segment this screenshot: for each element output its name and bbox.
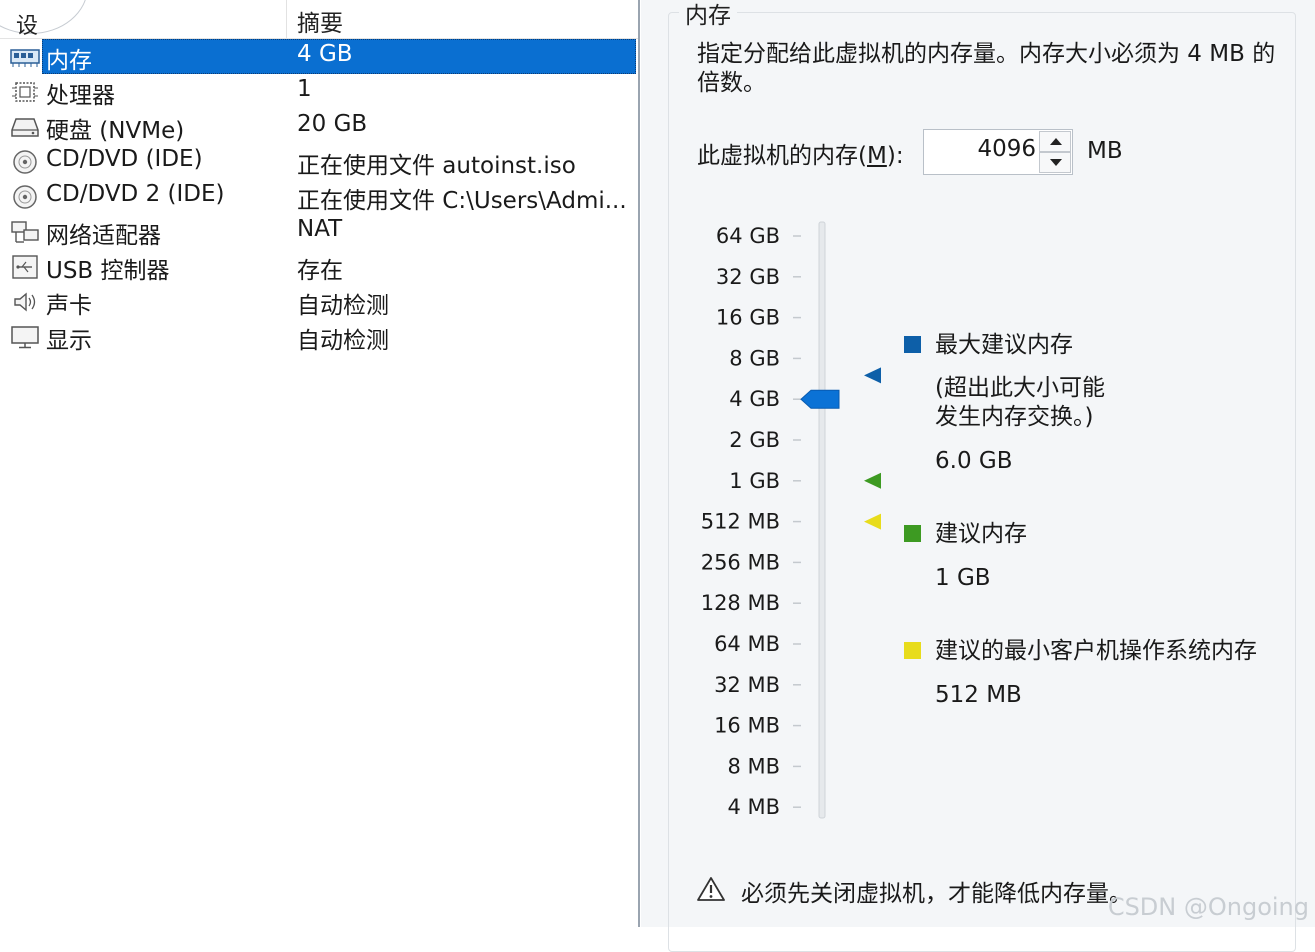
processor-icon <box>12 82 38 102</box>
device-label: 内存 <box>46 48 92 74</box>
device-row-hard-disk[interactable]: 硬盘 (NVMe) 20 GB <box>6 109 636 144</box>
device-row-cd-dvd-2[interactable]: CD/DVD 2 (IDE) 正在使用文件 C:\Users\Admi... <box>6 179 636 214</box>
device-row-sound-card[interactable]: 声卡 自动检测 <box>6 284 636 319</box>
device-summary: NAT <box>297 216 343 242</box>
device-summary: 20 GB <box>297 111 368 137</box>
usb-icon <box>12 255 38 279</box>
legend-max-swatch <box>904 336 921 353</box>
device-summary: 正在使用文件 C:\Users\Admi... <box>297 188 627 214</box>
recommended-marker <box>864 472 881 489</box>
column-divider[interactable] <box>286 0 287 38</box>
device-row-network-adapter[interactable]: 网络适配器 NAT <box>6 214 636 249</box>
cd-dvd-icon <box>13 150 37 174</box>
column-header-device[interactable]: 设 <box>16 8 38 40</box>
device-list-header: 设 摘要 <box>0 0 638 39</box>
cd-dvd-icon <box>13 185 37 209</box>
device-row-processor[interactable]: 处理器 1 <box>6 74 636 109</box>
device-label: 硬盘 (NVMe) <box>46 118 185 144</box>
scale-tick-label: 64 GB <box>716 224 780 248</box>
speaker-icon <box>14 292 36 312</box>
scale-tick-label: 32 GB <box>716 265 780 289</box>
device-label: CD/DVD (IDE) <box>46 146 203 172</box>
network-adapter-icon <box>11 221 39 243</box>
column-header-summary[interactable]: 摘要 <box>297 4 343 38</box>
device-row-memory[interactable]: 内存 4 GB <box>6 39 636 74</box>
watermark: CSDN @Ongoing <box>1107 893 1309 921</box>
scale-tick-label: 256 MB <box>701 550 780 574</box>
legend-min-swatch <box>904 642 921 659</box>
device-label: CD/DVD 2 (IDE) <box>46 181 225 207</box>
scale-tick-label: 8 GB <box>729 346 780 370</box>
device-summary: 4 GB <box>297 41 353 67</box>
scale-tick-label: 2 GB <box>729 428 780 452</box>
device-summary: 自动检测 <box>297 293 389 319</box>
warning-text: 必须先关闭虚拟机，才能降低内存量。 <box>741 881 1132 907</box>
max-recommended-marker <box>864 367 881 384</box>
device-label: 处理器 <box>46 83 115 109</box>
scale-tick-label: 128 MB <box>701 591 780 615</box>
legend-min-title: 建议的最小客户机操作系统内存 <box>935 638 1257 664</box>
memory-icon <box>10 49 40 67</box>
device-list-pane: 设 摘要 内存 4 GB 处理器 1 硬盘 (NVMe) 20 GB CD/DV… <box>0 0 640 927</box>
device-row-cd-dvd[interactable]: CD/DVD (IDE) 正在使用文件 autoinst.iso <box>6 144 636 179</box>
legend-max-title: 最大建议内存 <box>935 332 1073 358</box>
memory-settings-pane: 内存 指定分配给此虚拟机的内存量。内存大小必须为 4 MB 的倍数。 此虚拟机的… <box>641 0 1315 952</box>
scale-tick-label: 8 MB <box>727 754 780 778</box>
warning-icon <box>697 877 725 901</box>
hard-disk-icon <box>11 118 39 137</box>
legend-recommended-value: 1 GB <box>935 565 991 591</box>
scale-tick-label: 1 GB <box>729 469 780 493</box>
scale-tick-label: 32 MB <box>714 673 780 697</box>
legend-recommended-title: 建议内存 <box>935 521 1027 547</box>
monitor-icon <box>11 326 39 349</box>
legend-max-value: 6.0 GB <box>935 448 1013 474</box>
device-summary: 自动检测 <box>297 328 389 354</box>
device-label: 声卡 <box>46 293 92 319</box>
device-summary: 存在 <box>297 258 343 284</box>
min-guest-marker <box>864 513 881 530</box>
scale-tick-label: 512 MB <box>701 510 780 534</box>
device-label: 显示 <box>46 328 92 354</box>
scale-tick-label: 16 GB <box>716 306 780 330</box>
legend-min-value: 512 MB <box>935 682 1022 708</box>
scale-tick-label: 16 MB <box>714 714 780 738</box>
scale-tick-label: 64 MB <box>714 632 780 656</box>
device-summary: 正在使用文件 autoinst.iso <box>297 153 576 179</box>
legend-max-note-2: 发生内存交换。) <box>935 404 1094 430</box>
device-summary: 1 <box>297 76 312 102</box>
device-label: USB 控制器 <box>46 258 170 284</box>
slider-thumb[interactable] <box>800 389 840 409</box>
device-label: 网络适配器 <box>46 223 161 249</box>
legend-recommended-swatch <box>904 525 921 542</box>
legend-max-note-1: (超出此大小可能 <box>935 375 1105 401</box>
scale-tick-label: 4 GB <box>729 387 780 411</box>
device-row-usb-controller[interactable]: USB 控制器 存在 <box>6 249 636 284</box>
scale-tick-label: 4 MB <box>727 795 780 819</box>
device-row-display[interactable]: 显示 自动检测 <box>6 319 636 354</box>
slider-track[interactable] <box>818 221 826 819</box>
